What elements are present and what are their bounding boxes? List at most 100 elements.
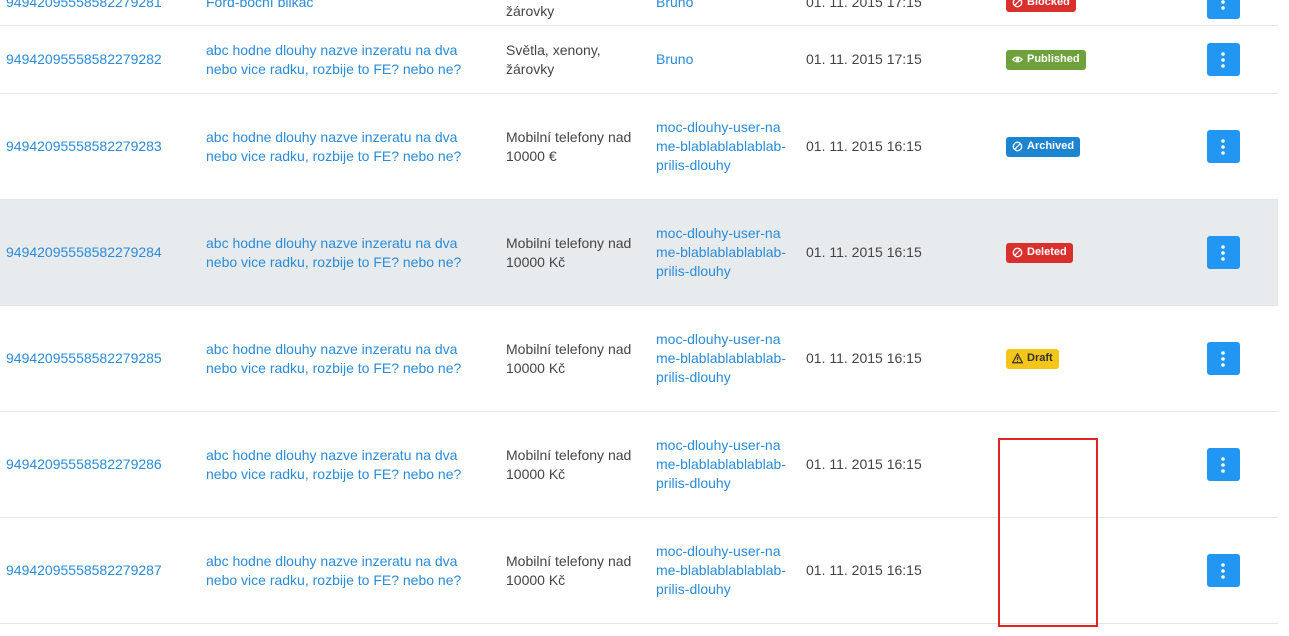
user-cell: moc-dlouhy-user-name-blablablablablab-pr… xyxy=(656,94,786,199)
listing-title-cell: Ford-boční blikač xyxy=(206,0,486,25)
kebab-menu-icon xyxy=(1221,350,1225,367)
status-cell: Published xyxy=(1006,26,1156,93)
status-cell: Draft xyxy=(1006,306,1156,411)
table-row: 94942095558582279282 abc hodne dlouhy naz… xyxy=(0,26,1278,94)
listing-id-link[interactable]: 94942095558582279282 xyxy=(6,50,162,69)
status-badge-label: Deleted xyxy=(1027,246,1067,258)
date-cell: 01. 11. 2015 16:15 xyxy=(806,518,986,623)
category-text: Mobilní telefony nad 10000 Kč xyxy=(506,446,632,482)
date-text: 01. 11. 2015 17:15 xyxy=(806,0,922,10)
user-link[interactable]: Bruno xyxy=(656,0,693,12)
status-badge: Draft xyxy=(1006,348,1059,369)
actions-cell xyxy=(1206,26,1240,93)
row-actions-button[interactable] xyxy=(1206,130,1240,163)
category-text: Mobilní telefony nad 10000 Kč xyxy=(506,552,632,588)
kebab-menu-icon xyxy=(1221,244,1225,261)
user-link[interactable]: Bruno xyxy=(656,50,693,69)
category-text: Mobilní telefony nad 10000 € xyxy=(506,128,632,164)
status-badge: Blocked xyxy=(1006,0,1076,12)
user-cell: Bruno xyxy=(656,26,786,93)
listing-id-link[interactable]: 94942095558582279283 xyxy=(6,137,162,156)
actions-cell xyxy=(1206,518,1240,623)
listing-title-link[interactable]: abc hodne dlouhy nazve inzeratu na dva n… xyxy=(206,234,486,272)
user-cell: moc-dlouhy-user-name-blablablablablab-pr… xyxy=(656,412,786,517)
user-cell: moc-dlouhy-user-name-blablablablablab-pr… xyxy=(656,200,786,305)
kebab-menu-icon xyxy=(1221,562,1225,579)
status-cell: Deleted xyxy=(1006,200,1156,305)
table-row: 94942095558582279283 abc hodne dlouhy naz… xyxy=(0,94,1278,200)
actions-cell xyxy=(1206,412,1240,517)
date-text: 01. 11. 2015 16:15 xyxy=(806,244,922,260)
status-badge: Archived xyxy=(1006,136,1081,157)
listing-title-cell: abc hodne dlouhy nazve inzeratu na dva n… xyxy=(206,26,486,93)
row-actions-button[interactable] xyxy=(1206,43,1240,76)
listing-title-link[interactable]: Ford-boční blikač xyxy=(206,0,313,12)
listing-id-link[interactable]: 94942095558582279287 xyxy=(6,561,162,580)
listing-title-link[interactable]: abc hodne dlouhy nazve inzeratu na dva n… xyxy=(206,128,486,166)
status-badge-label: Archived xyxy=(1027,140,1075,152)
category-cell: Mobilní telefony nad 10000 Kč xyxy=(506,306,646,411)
date-text: 01. 11. 2015 17:15 xyxy=(806,51,922,67)
row-actions-button[interactable] xyxy=(1206,236,1240,269)
table-row: 94942095558582279285 abc hodne dlouhy naz… xyxy=(0,306,1278,412)
actions-cell xyxy=(1206,0,1240,25)
table-row: 94942095558582279284 abc hodne dlouhy naz… xyxy=(0,200,1278,306)
listing-title-cell: abc hodne dlouhy nazve inzeratu na dva n… xyxy=(206,200,486,305)
listing-id-cell: 94942095558582279283 xyxy=(6,94,196,199)
listing-id-cell: 94942095558582279284 xyxy=(6,200,196,305)
category-text: Světla, xenony, žárovky xyxy=(506,3,555,19)
listing-title-cell: abc hodne dlouhy nazve inzeratu na dva n… xyxy=(206,412,486,517)
user-cell: Bruno xyxy=(656,0,786,25)
listing-title-link[interactable]: abc hodne dlouhy nazve inzeratu na dva n… xyxy=(206,41,486,79)
listing-title-link[interactable]: abc hodne dlouhy nazve inzeratu na dva n… xyxy=(206,340,486,378)
row-actions-button[interactable] xyxy=(1206,448,1240,481)
eye-slash-icon xyxy=(1012,247,1023,258)
date-text: 01. 11. 2015 16:15 xyxy=(806,138,922,154)
category-cell: Světla, xenony, žárovky xyxy=(506,26,646,93)
listing-id-link[interactable]: 94942095558582279286 xyxy=(6,455,162,474)
actions-cell xyxy=(1206,94,1240,199)
status-badge: Deleted xyxy=(1006,242,1073,263)
listing-id-cell: 94942095558582279287 xyxy=(6,518,196,623)
listing-id-cell: 94942095558582279285 xyxy=(6,306,196,411)
warning-icon xyxy=(1012,353,1023,364)
user-link[interactable]: moc-dlouhy-user-name-blablablablablab-pr… xyxy=(656,118,786,175)
row-actions-button[interactable] xyxy=(1206,554,1240,587)
user-link[interactable]: moc-dlouhy-user-name-blablablablablab-pr… xyxy=(656,436,786,493)
category-text: Světla, xenony, žárovky xyxy=(506,41,601,77)
category-text: Mobilní telefony nad 10000 Kč xyxy=(506,340,632,376)
listing-id-cell: 94942095558582279281 xyxy=(6,0,196,25)
listing-id-link[interactable]: 94942095558582279284 xyxy=(6,243,162,262)
date-text: 01. 11. 2015 16:15 xyxy=(806,562,922,578)
listing-id-link[interactable]: 94942095558582279281 xyxy=(6,0,162,12)
listing-id-link[interactable]: 94942095558582279285 xyxy=(6,349,162,368)
table-row: 94942095558582279281 Ford-boční blikač Svě… xyxy=(0,0,1278,26)
date-cell: 01. 11. 2015 16:15 xyxy=(806,412,986,517)
listing-title-cell: abc hodne dlouhy nazve inzeratu na dva n… xyxy=(206,518,486,623)
listing-id-cell: 94942095558582279282 xyxy=(6,26,196,93)
eye-icon xyxy=(1012,54,1023,65)
user-link[interactable]: moc-dlouhy-user-name-blablablablablab-pr… xyxy=(656,542,786,599)
row-actions-button[interactable] xyxy=(1206,342,1240,375)
row-actions-button[interactable] xyxy=(1206,0,1240,19)
status-badge: Published xyxy=(1006,49,1086,70)
date-cell: 01. 11. 2015 16:15 xyxy=(806,306,986,411)
date-cell: 01. 11. 2015 16:15 xyxy=(806,200,986,305)
category-cell: Světla, xenony, žárovky xyxy=(506,0,646,25)
kebab-menu-icon xyxy=(1221,138,1225,155)
date-text: 01. 11. 2015 16:15 xyxy=(806,456,922,472)
user-link[interactable]: moc-dlouhy-user-name-blablablablablab-pr… xyxy=(656,224,786,281)
user-cell: moc-dlouhy-user-name-blablablablablab-pr… xyxy=(656,518,786,623)
eye-slash-icon xyxy=(1012,141,1023,152)
listing-title-link[interactable]: abc hodne dlouhy nazve inzeratu na dva n… xyxy=(206,446,486,484)
category-cell: Mobilní telefony nad 10000 Kč xyxy=(506,412,646,517)
listing-title-link[interactable]: abc hodne dlouhy nazve inzeratu na dva n… xyxy=(206,552,486,590)
status-badge-label: Blocked xyxy=(1027,0,1070,8)
date-cell: 01. 11. 2015 17:15 xyxy=(806,0,986,25)
user-link[interactable]: moc-dlouhy-user-name-blablablablablab-pr… xyxy=(656,330,786,387)
actions-cell xyxy=(1206,200,1240,305)
category-cell: Mobilní telefony nad 10000 Kč xyxy=(506,200,646,305)
kebab-menu-icon xyxy=(1221,51,1225,68)
eye-slash-icon xyxy=(1012,0,1023,8)
status-badge-label: Published xyxy=(1027,53,1080,65)
